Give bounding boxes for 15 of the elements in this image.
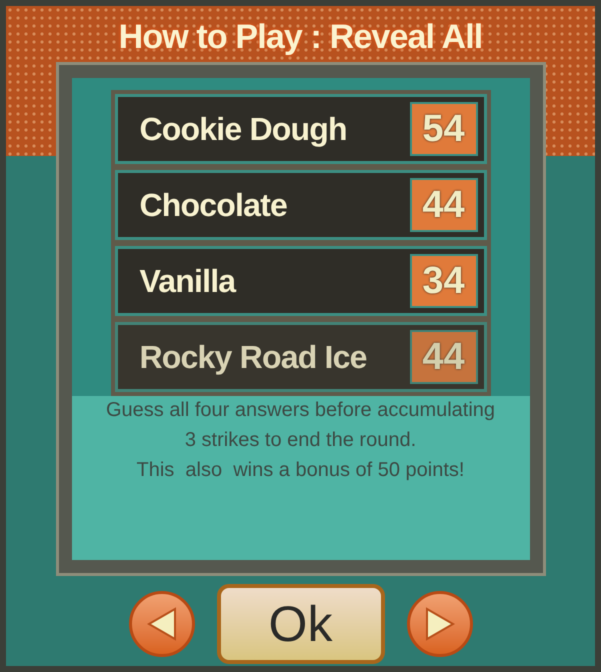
points-value: 34 bbox=[410, 254, 478, 308]
points-value: 44 bbox=[410, 330, 478, 384]
answer-text: Vanilla bbox=[140, 262, 236, 301]
instruction-text: This also wins a bonus of 50 points! bbox=[136, 458, 464, 482]
points-value: 44 bbox=[410, 178, 478, 232]
right-arrow-icon bbox=[424, 607, 454, 641]
ok-button[interactable]: Ok bbox=[216, 584, 384, 664]
left-arrow-icon bbox=[146, 607, 176, 641]
answer-text: Rocky Road Ice bbox=[140, 338, 367, 377]
points-value: 54 bbox=[410, 102, 478, 156]
dialog-title: How to Play : Reveal All bbox=[118, 17, 482, 58]
instruction-text: 3 strikes to end the round. bbox=[184, 428, 416, 452]
answer-text: Cookie Dough bbox=[140, 110, 347, 149]
instruction-text: Guess all four answers before accumulating bbox=[106, 398, 496, 422]
answer-text: Chocolate bbox=[140, 186, 287, 225]
